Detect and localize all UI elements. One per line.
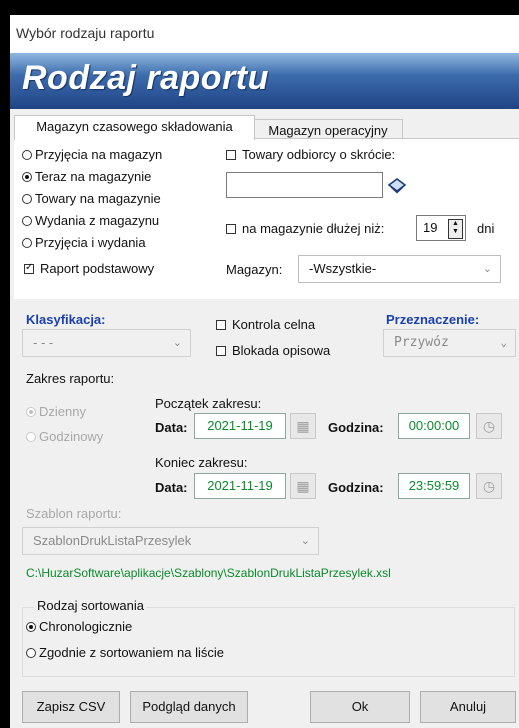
checkbox[interactable] (226, 224, 236, 234)
radio-indicator[interactable] (22, 150, 32, 160)
chevron-down-icon: ⌄ (482, 263, 492, 275)
radio-wydania[interactable]: Wydania z magazynu (22, 213, 159, 228)
checkbox[interactable] (24, 262, 34, 274)
sorting-group (22, 607, 515, 677)
chevron-down-icon: ⌄ (172, 337, 182, 349)
banner: Rodzaj raportu (10, 53, 519, 109)
cancel-button[interactable]: Anuluj (420, 691, 516, 723)
radio-przyjecia-wydania[interactable]: Przyjęcia i wydania (22, 235, 146, 250)
radio-label: Przyjęcia i wydania (35, 235, 146, 250)
checkbox-label: Raport podstawowy (40, 261, 155, 276)
radio-towary[interactable]: Towary na magazynie (22, 191, 161, 206)
radio-indicator[interactable] (26, 432, 36, 442)
clock-icon[interactable]: ◷ (476, 473, 502, 499)
warehouse-value: -Wszystkie- (309, 261, 377, 276)
sorting-label: Rodzaj sortowania (34, 598, 147, 613)
template-value: SzablonDrukListaPrzesylek (33, 533, 192, 548)
days-value: 19 (423, 220, 438, 235)
range-label: Zakres raportu: (26, 371, 115, 386)
start-time-label: Godzina: (328, 420, 384, 435)
ok-button[interactable]: Ok (310, 691, 410, 723)
radio-hourly[interactable]: Godzinowy (26, 429, 103, 444)
destination-value: Przywóz (394, 335, 449, 350)
end-date-label: Data: (155, 480, 188, 495)
title-bar: Wybór rodzaju raportu (10, 15, 519, 54)
radio-teraz[interactable]: Teraz na magazynie (22, 169, 151, 184)
checkbox-label: Towary odbiorcy o skrócie: (242, 147, 396, 162)
days-unit: dni (477, 221, 495, 236)
classification-value: - - - (33, 335, 54, 350)
classification-select[interactable]: - - - ⌄ (22, 329, 191, 357)
warehouse-select[interactable]: -Wszystkie- ⌄ (298, 255, 501, 283)
clock-icon[interactable]: ◷ (476, 413, 502, 439)
days-stepper[interactable]: 19 ▲ ▼ (416, 215, 466, 241)
chevron-down-icon: ⌄ (500, 336, 507, 349)
radio-label: Dzienny (39, 404, 86, 419)
start-date-label: Data: (155, 420, 188, 435)
radio-label: Przyjęcia na magazyn (35, 147, 163, 162)
warehouse-label: Magazyn: (226, 262, 283, 277)
end-date-input[interactable]: 2021-11-19 (194, 473, 286, 499)
checkbox[interactable] (226, 150, 236, 160)
template-label: Szablon raportu: (26, 506, 122, 521)
banner-title: Rodzaj raportu (22, 59, 269, 97)
calendar-icon[interactable]: ▦ (290, 473, 316, 499)
start-time-input[interactable]: 00:00:00 (398, 413, 470, 439)
basic-report-checkbox[interactable]: Raport podstawowy (24, 261, 154, 276)
radio-label: Godzinowy (39, 429, 104, 444)
radio-indicator[interactable] (22, 238, 32, 248)
radio-label: Chronologicznie (39, 619, 133, 634)
descriptive-block-checkbox[interactable]: Blokada opisowa (216, 343, 330, 358)
radio-label: Teraz na magazynie (35, 169, 152, 184)
end-time-input[interactable]: 23:59:59 (398, 473, 470, 499)
destination-select[interactable]: Przywóz ⌄ (383, 329, 516, 357)
tab-temporary-storage[interactable]: Magazyn czasowego składowania (14, 115, 255, 140)
radio-przyjecia[interactable]: Przyjęcia na magazyn (22, 147, 162, 162)
radio-chronological[interactable]: Chronologicznie (26, 619, 132, 634)
checkbox-label: Kontrola celna (232, 317, 316, 332)
start-date-input[interactable]: 2021-11-19 (194, 413, 286, 439)
radio-indicator[interactable] (22, 172, 32, 182)
recipient-goods-checkbox[interactable]: Towary odbiorcy o skrócie: (226, 147, 395, 162)
radio-indicator[interactable] (22, 194, 32, 204)
range-start-label: Początek zakresu: (155, 396, 262, 411)
radio-list-order[interactable]: Zgodnie z sortowaniem na liście (26, 645, 224, 660)
radio-indicator[interactable] (26, 407, 36, 417)
radio-label: Zgodnie z sortowaniem na liście (39, 645, 224, 660)
calendar-icon[interactable]: ▦ (290, 413, 316, 439)
end-time-label: Godzina: (328, 480, 384, 495)
radio-indicator[interactable] (26, 648, 36, 658)
report-type-dialog: Wybór rodzaju raportu Rodzaj raportu Mag… (10, 15, 519, 728)
range-end-label: Koniec zakresu: (155, 455, 248, 470)
radio-label: Towary na magazynie (35, 191, 161, 206)
chevron-down-icon: ⌄ (300, 535, 310, 547)
recipient-shortcut-input[interactable] (226, 172, 383, 198)
window-title: Wybór rodzaju raportu (16, 25, 155, 41)
checkbox[interactable] (216, 346, 226, 356)
tab-panel: Przyjęcia na magazyn Teraz na magazynie … (14, 138, 519, 299)
checkbox[interactable] (216, 320, 226, 330)
destination-label: Przeznaczenie: (386, 312, 480, 327)
template-path: C:\HuzarSoftware\aplikacje\Szablony\Szab… (26, 566, 391, 580)
checkbox-label: Blokada opisowa (232, 343, 331, 358)
template-select[interactable]: SzablonDrukListaPrzesylek ⌄ (22, 527, 319, 555)
book-icon[interactable] (386, 174, 408, 196)
checkbox-label: na magazynie dłużej niż: (242, 221, 385, 236)
radio-daily[interactable]: Dzienny (26, 404, 86, 419)
radio-indicator[interactable] (26, 622, 36, 632)
preview-data-button[interactable]: Podgląd danych (130, 691, 248, 723)
radio-indicator[interactable] (22, 216, 32, 226)
longer-than-checkbox[interactable]: na magazynie dłużej niż: (226, 221, 384, 236)
stepper-arrows[interactable]: ▲ ▼ (448, 219, 463, 239)
customs-control-checkbox[interactable]: Kontrola celna (216, 317, 315, 332)
save-csv-button[interactable]: Zapisz CSV (22, 691, 120, 723)
radio-label: Wydania z magazynu (35, 213, 160, 228)
classification-label: Klasyfikacja: (26, 312, 106, 327)
